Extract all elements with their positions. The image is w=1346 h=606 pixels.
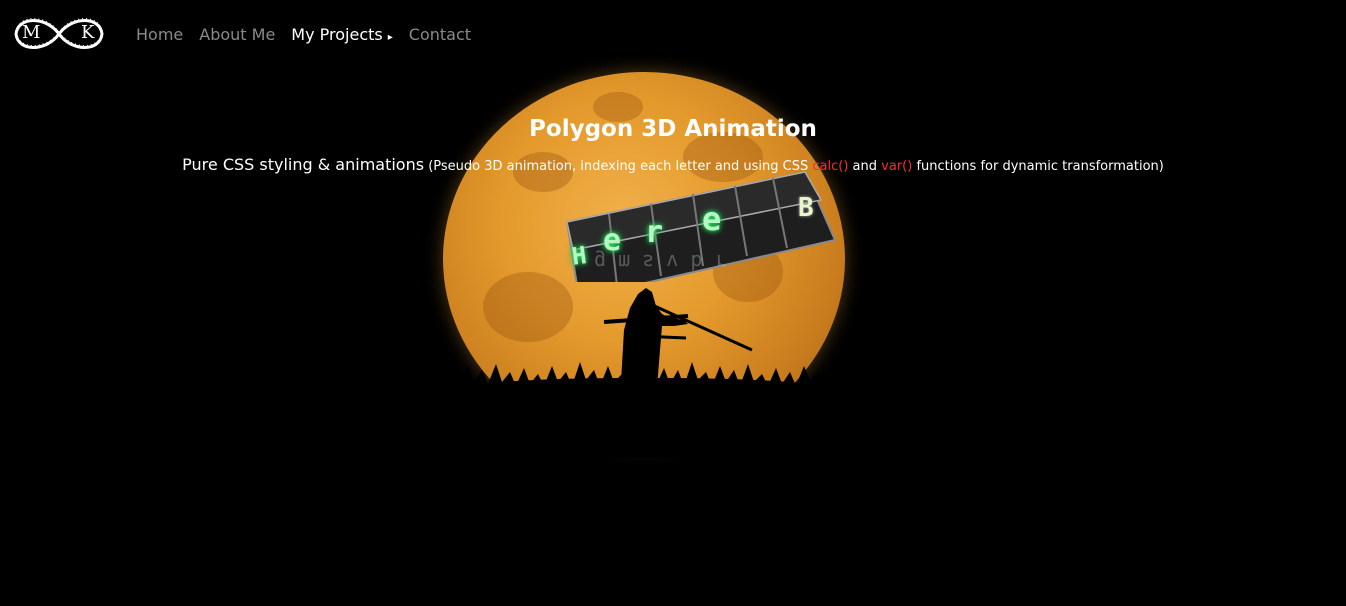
page-subtitle: Pure CSS styling & animations (Pseudo 3D… (0, 155, 1346, 174)
nav-contact[interactable]: Contact (409, 25, 471, 44)
logo-letter-k: K (81, 22, 95, 43)
moon-crater (483, 272, 573, 342)
animation-back-letters: g m s v b r (594, 250, 727, 274)
nav-home[interactable]: Home (136, 25, 183, 44)
animation-letter: r (645, 215, 664, 250)
code-var: var() (881, 159, 913, 174)
main-nav: Home About Me My Projects ▸ Contact (136, 23, 487, 45)
subtitle-end: functions for dynamic transformation) (912, 159, 1164, 174)
nav-about-me[interactable]: About Me (199, 25, 275, 44)
animation-letter: e (702, 200, 722, 238)
subtitle-main: Pure CSS styling & animations (182, 155, 425, 174)
samurai-silhouette (603, 288, 753, 400)
site-logo[interactable]: M K (6, 8, 112, 60)
page-title: Polygon 3D Animation (529, 116, 817, 142)
subtitle-description: (Pseudo 3D animation, indexing each lett… (424, 159, 813, 174)
caret-right-icon: ▸ (387, 31, 393, 43)
subtitle-and: and (848, 159, 882, 174)
nav-my-projects-label: My Projects (291, 24, 383, 44)
animation-letter: B (798, 193, 814, 223)
nav-my-projects[interactable]: My Projects ▸ (291, 25, 392, 44)
logo-letter-m: M (22, 22, 41, 43)
code-calc: calc() (812, 159, 849, 174)
